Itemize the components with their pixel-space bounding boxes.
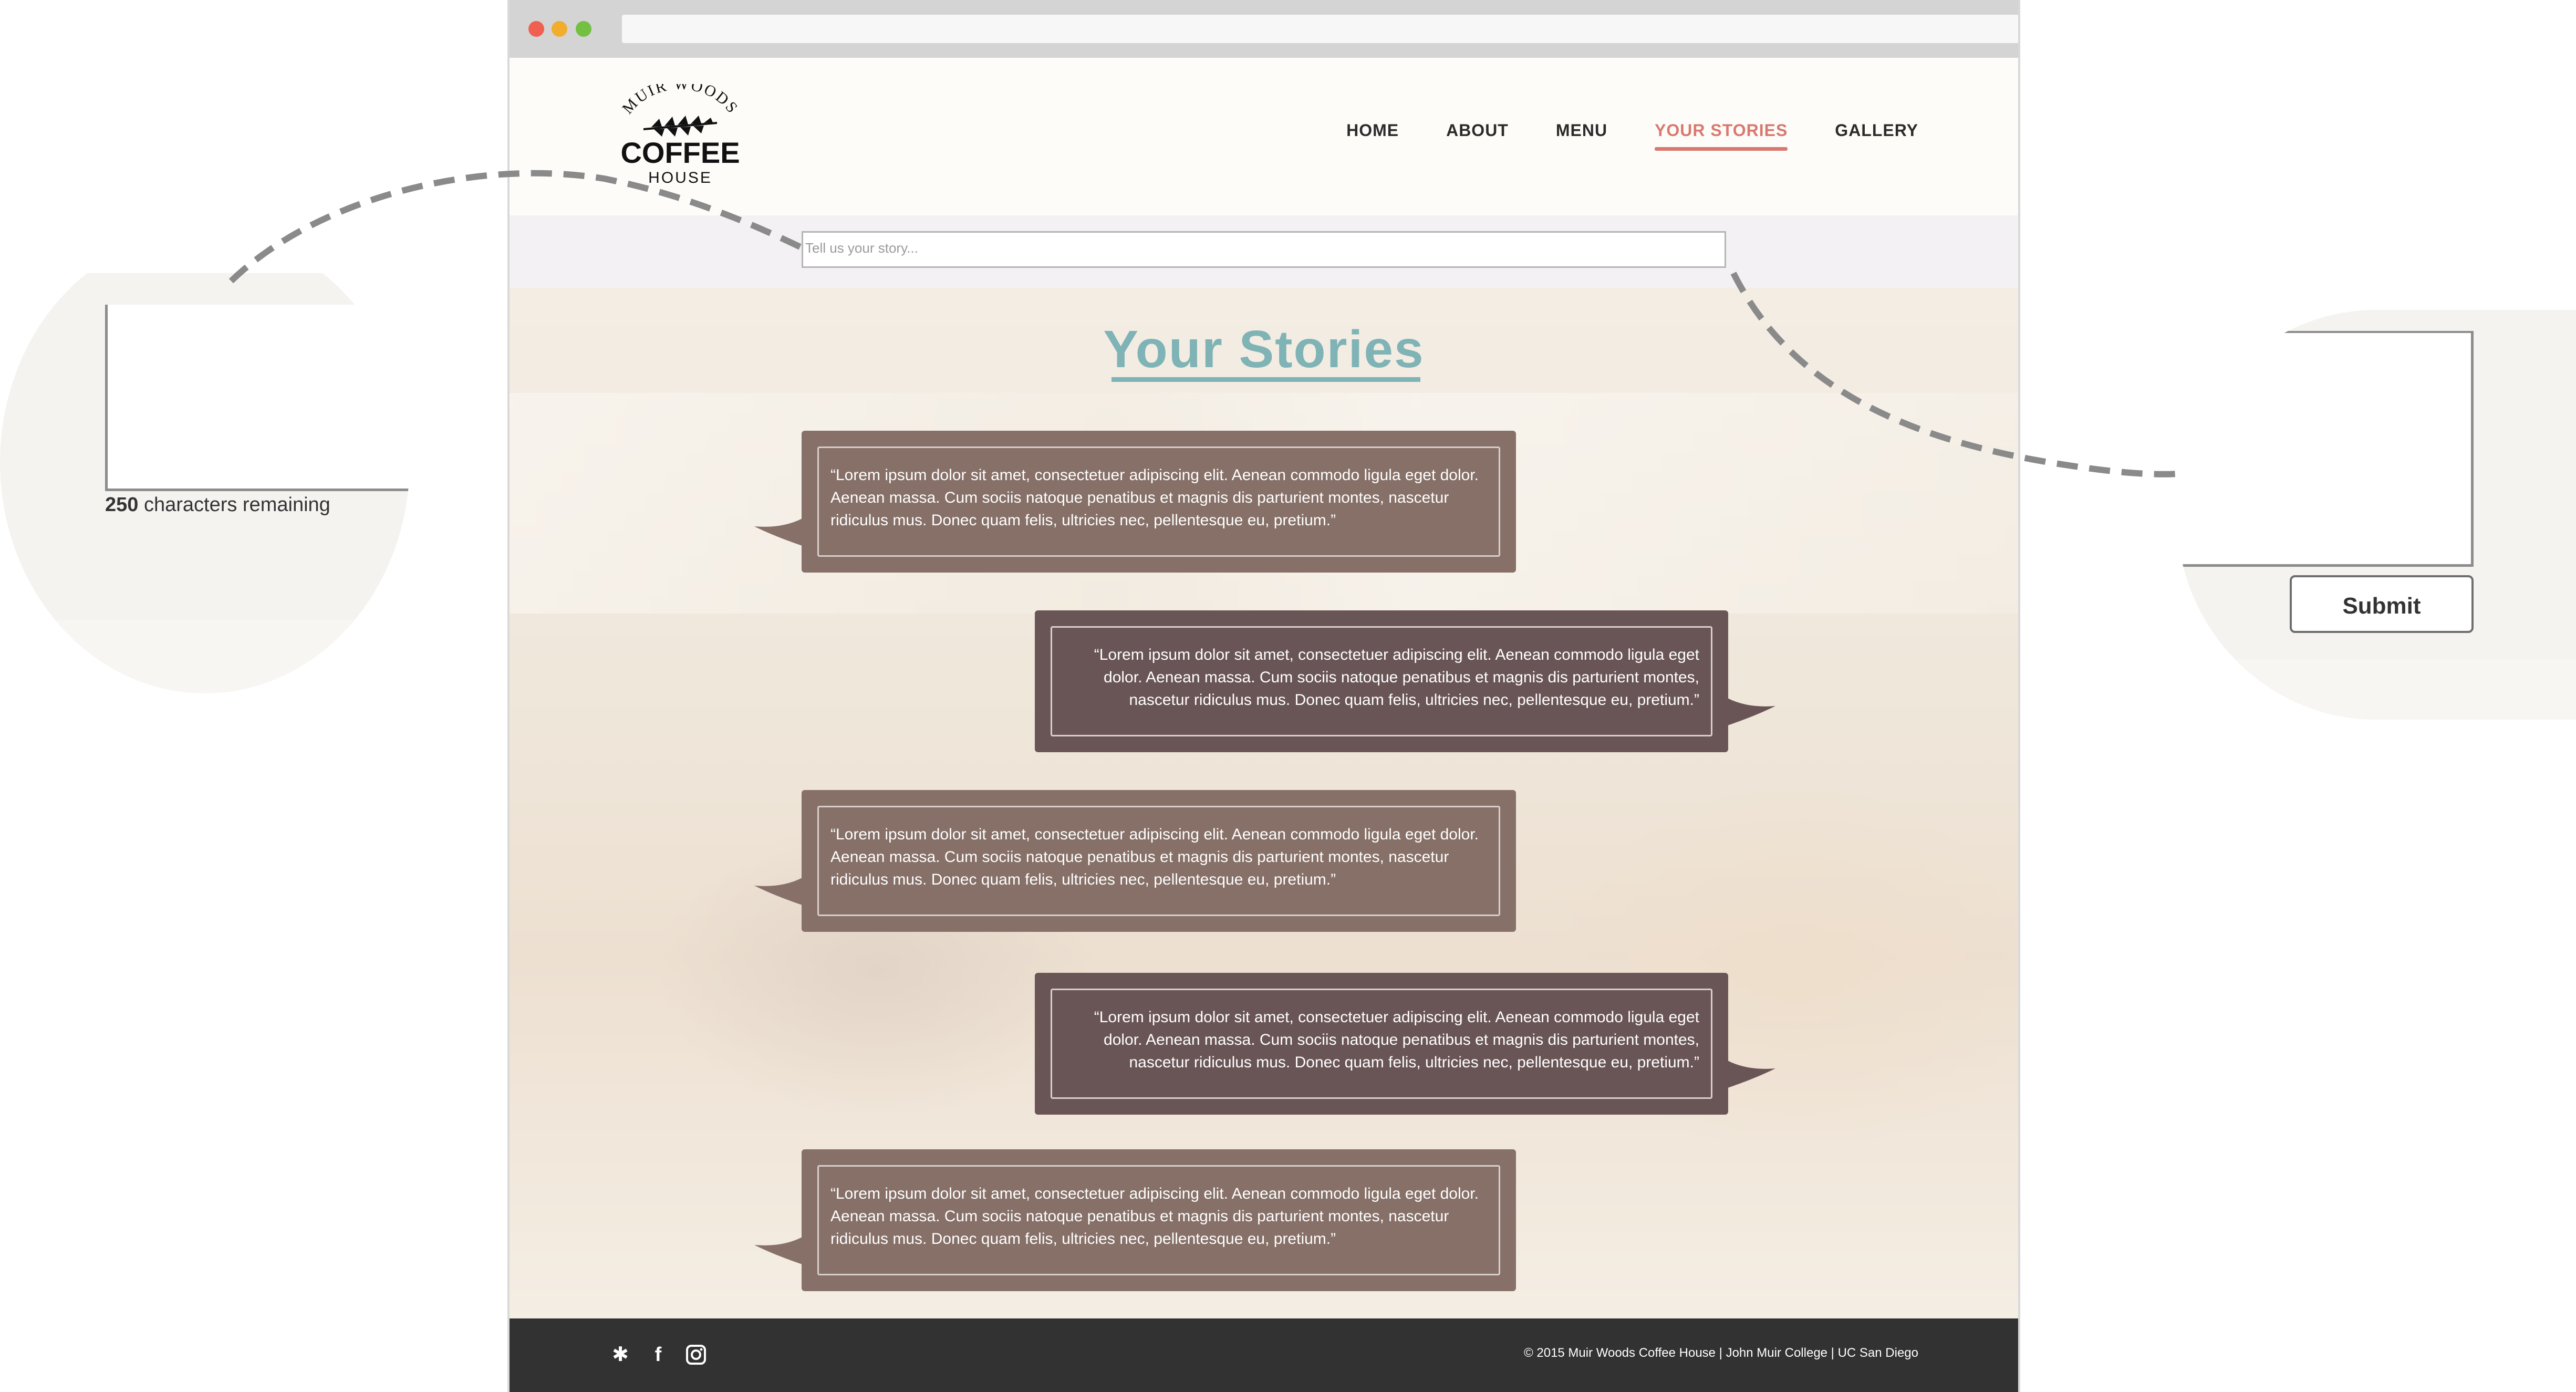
logo-text-coffee: COFFEE: [620, 136, 740, 169]
page-title: Your Stories: [1103, 320, 1425, 379]
nav-your-stories[interactable]: YOUR STORIES: [1655, 121, 1788, 151]
character-counter-callout: 250 characters remaining: [0, 273, 410, 693]
story-bubble: “Lorem ipsum dolor sit amet, consectetue…: [754, 431, 1516, 573]
browser-window: MUIR WOODS COFFEE HOUSE HOME ABOUT MENU …: [507, 0, 2020, 1392]
character-counter: 250 characters remaining: [105, 494, 330, 516]
submit-callout: Submit: [2177, 310, 2576, 720]
bubble-tail: [754, 875, 807, 907]
svg-text:MUIR WOODS: MUIR WOODS: [619, 84, 742, 117]
address-bar[interactable]: [622, 15, 2018, 43]
copyright-text: © 2015 Muir Woods Coffee House | John Mu…: [1524, 1346, 1918, 1360]
zoomed-textarea[interactable]: [105, 305, 410, 491]
character-count-label: characters remaining: [138, 494, 330, 516]
close-window-button[interactable]: [528, 21, 544, 37]
nav-menu[interactable]: MENU: [1556, 121, 1607, 151]
bubble-tail: [754, 516, 807, 547]
story-bubble: “Lorem ipsum dolor sit amet, consectetue…: [754, 790, 1516, 932]
minimize-window-button[interactable]: [552, 21, 567, 37]
submit-button[interactable]: Submit: [2290, 575, 2474, 633]
logo-graphic: MUIR WOODS COFFEE HOUSE: [619, 76, 742, 186]
logo-text-house: HOUSE: [648, 169, 712, 186]
facebook-icon[interactable]: f: [647, 1344, 669, 1366]
story-bubble: “Lorem ipsum dolor sit amet, consectetue…: [1035, 973, 1775, 1115]
nav-home[interactable]: HOME: [1346, 121, 1399, 151]
title-underline: [1112, 377, 1420, 382]
story-bubble: “Lorem ipsum dolor sit amet, consectetue…: [1035, 610, 1775, 752]
maximize-window-button[interactable]: [576, 21, 591, 37]
yelp-icon[interactable]: ✱: [609, 1344, 631, 1366]
story-input-bar: Tell us your story...: [510, 215, 2018, 288]
site-logo[interactable]: MUIR WOODS COFFEE HOUSE: [609, 76, 751, 189]
story-text: “Lorem ipsum dolor sit amet, consectetue…: [1051, 989, 1712, 1099]
browser-chrome: [510, 0, 2018, 58]
main-nav: HOME ABOUT MENU YOUR STORIES GALLERY: [1346, 121, 1918, 151]
story-text: “Lorem ipsum dolor sit amet, consectetue…: [1051, 626, 1712, 736]
story-input[interactable]: Tell us your story...: [802, 231, 1726, 268]
stories-section: Your Stories “Lorem ipsum dolor sit amet…: [510, 288, 2018, 1318]
logo-text-top: MUIR WOODS: [619, 76, 740, 118]
site-footer: ✱ f © 2015 Muir Woods Coffee House | Joh…: [510, 1318, 2018, 1392]
instagram-icon[interactable]: [685, 1344, 707, 1366]
site-header: MUIR WOODS COFFEE HOUSE HOME ABOUT MENU …: [510, 58, 2018, 215]
nav-about[interactable]: ABOUT: [1446, 121, 1509, 151]
social-links: ✱ f: [609, 1344, 707, 1366]
nav-gallery[interactable]: GALLERY: [1835, 121, 1918, 151]
bubble-tail: [1723, 695, 1775, 727]
bubble-tail: [754, 1234, 807, 1266]
bubble-tail: [1723, 1058, 1775, 1089]
character-count: 250: [105, 494, 139, 516]
zoomed-textarea-right[interactable]: [2177, 331, 2474, 567]
story-bubble: “Lorem ipsum dolor sit amet, consectetue…: [754, 1149, 1516, 1291]
story-text: “Lorem ipsum dolor sit amet, consectetue…: [817, 1165, 1500, 1275]
story-text: “Lorem ipsum dolor sit amet, consectetue…: [817, 446, 1500, 557]
story-text: “Lorem ipsum dolor sit amet, consectetue…: [817, 806, 1500, 916]
